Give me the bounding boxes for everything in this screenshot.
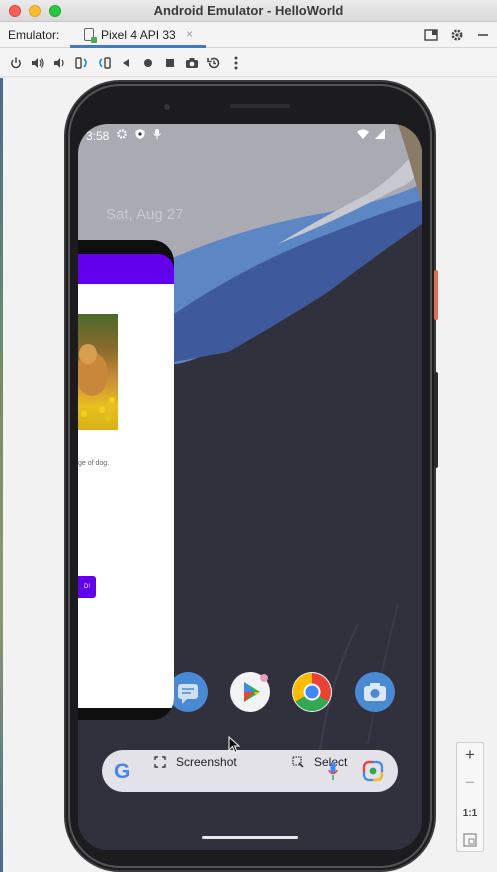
home-date: Sat, Aug 27 bbox=[106, 206, 184, 223]
power-side-button[interactable] bbox=[434, 270, 438, 320]
select-icon[interactable] bbox=[292, 756, 304, 768]
earpiece-speaker bbox=[230, 104, 290, 108]
snapshot-history-icon[interactable] bbox=[204, 53, 223, 73]
signal-icon bbox=[375, 129, 385, 139]
tab-label: Pixel 4 API 33 bbox=[101, 28, 176, 42]
zoom-out-button[interactable]: − bbox=[457, 773, 483, 799]
fit-screen-icon bbox=[463, 833, 477, 847]
volume-down-icon[interactable] bbox=[50, 53, 69, 73]
desktop-edge bbox=[0, 78, 3, 872]
google-logo: G bbox=[114, 760, 131, 783]
screenshot-icon[interactable] bbox=[154, 756, 166, 768]
emulator-window: Android Emulator - HelloWorld Emulator: … bbox=[0, 0, 497, 872]
device-icon bbox=[84, 28, 97, 43]
zoom-controls: + − 1:1 bbox=[456, 742, 484, 852]
status-icons bbox=[116, 128, 162, 140]
camera-app-icon[interactable] bbox=[355, 672, 395, 712]
status-clock: 3:58 bbox=[86, 129, 110, 143]
tab-close-icon[interactable]: × bbox=[186, 27, 193, 41]
mouse-cursor-icon bbox=[228, 736, 240, 754]
settings-status-icon bbox=[117, 129, 127, 139]
settings-gear-icon[interactable] bbox=[447, 26, 467, 44]
screenshot-label[interactable]: Screenshot bbox=[176, 755, 237, 769]
status-bar: 3:58 bbox=[78, 124, 422, 148]
play-store-icon[interactable] bbox=[230, 672, 270, 712]
messages-app-icon[interactable] bbox=[168, 672, 208, 712]
wifi-icon bbox=[357, 129, 369, 139]
fit-screen-button[interactable] bbox=[457, 827, 483, 853]
tabbar-actions bbox=[421, 26, 493, 44]
dog-photo bbox=[78, 344, 115, 421]
mic-status-icon bbox=[153, 129, 161, 139]
back-icon[interactable] bbox=[116, 53, 135, 73]
recent-app-card[interactable]: ge of dog. D! bbox=[78, 240, 174, 720]
rotate-right-icon[interactable] bbox=[94, 53, 113, 73]
shield-status-icon bbox=[135, 129, 145, 139]
minimize-panel-icon[interactable] bbox=[473, 26, 493, 44]
gesture-nav-pill[interactable] bbox=[202, 836, 298, 839]
camera-icon[interactable] bbox=[182, 53, 201, 73]
google-search-bar[interactable]: G Screenshot Select bbox=[102, 750, 398, 792]
lens-icon[interactable] bbox=[362, 760, 384, 782]
overview-icon[interactable] bbox=[160, 53, 179, 73]
app-action-button[interactable]: D! bbox=[78, 576, 96, 598]
rotate-left-icon[interactable] bbox=[72, 53, 91, 73]
chrome-icon[interactable] bbox=[292, 672, 332, 712]
tab-bar: Emulator: Pixel 4 API 33 × bbox=[0, 22, 497, 48]
more-options-icon[interactable] bbox=[226, 53, 245, 73]
emulator-label: Emulator: bbox=[8, 28, 60, 42]
dock-layout-icon[interactable] bbox=[421, 26, 441, 44]
actual-size-button[interactable]: 1:1 bbox=[457, 801, 483, 827]
front-camera bbox=[164, 104, 170, 110]
emulator-toolbar bbox=[0, 49, 497, 77]
mic-icon[interactable] bbox=[328, 761, 338, 781]
power-icon[interactable] bbox=[6, 53, 25, 73]
volume-side-button[interactable] bbox=[434, 372, 438, 468]
volume-up-icon[interactable] bbox=[28, 53, 47, 73]
app-content: ge of dog. D! bbox=[78, 284, 174, 708]
title-bar: Android Emulator - HelloWorld bbox=[0, 0, 497, 22]
image-description: ge of dog. bbox=[78, 460, 110, 467]
home-icon[interactable] bbox=[138, 53, 157, 73]
window-title: Android Emulator - HelloWorld bbox=[153, 3, 344, 18]
phone-screen[interactable]: 3:58 Sat, Aug 27 ge of dog. D! G Screens… bbox=[78, 124, 422, 850]
app-bar bbox=[78, 254, 174, 284]
zoom-in-button[interactable]: + bbox=[457, 745, 483, 771]
tab-pixel4[interactable]: Pixel 4 API 33 × bbox=[70, 22, 206, 48]
status-right-icons bbox=[356, 128, 386, 140]
dog-image bbox=[78, 314, 118, 430]
